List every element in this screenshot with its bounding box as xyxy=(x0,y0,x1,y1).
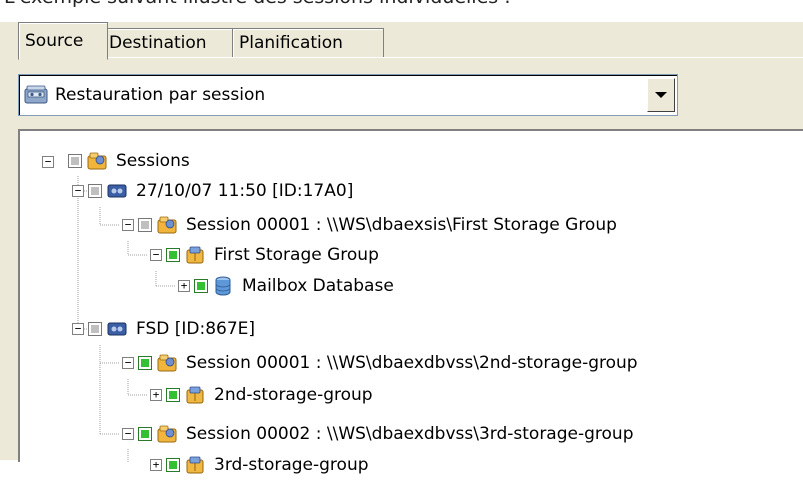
checkbox-partial[interactable] xyxy=(88,322,102,336)
checkbox-checked[interactable] xyxy=(138,356,152,370)
caption-text: L'exemple suivant illustre des sessions … xyxy=(4,0,511,8)
collapse-toggle[interactable]: − xyxy=(150,249,162,261)
tree-node-database[interactable]: Mailbox Database xyxy=(194,271,394,301)
checkbox-checked[interactable] xyxy=(166,458,180,472)
tab-source[interactable]: Source xyxy=(18,22,108,60)
storage-group-icon xyxy=(186,456,204,474)
node-label: Sessions xyxy=(116,151,190,171)
database-icon xyxy=(215,276,231,296)
tab-destination[interactable]: Destination xyxy=(102,28,234,57)
tree-node-sessions[interactable]: Sessions xyxy=(68,146,190,176)
restore-method-value: Restauration par session xyxy=(55,85,266,105)
storage-group-icon xyxy=(186,246,204,264)
folder-session-icon xyxy=(87,152,107,170)
storage-group-icon xyxy=(186,386,204,404)
session-tree[interactable]: − − − − + − − + − + Sessions 27/10/07 11… xyxy=(18,129,803,475)
tape-drive-icon xyxy=(24,85,48,104)
restore-source-panel: Source Destination Planification Restaur… xyxy=(0,22,803,475)
node-label: Session 00002 : \\WS\dbaexdbvss\3rd-stor… xyxy=(186,424,634,444)
checkbox-partial[interactable] xyxy=(138,218,152,232)
tree-node-session[interactable]: Session 00001 : \\WS\dbaexdbvss\2nd-stor… xyxy=(138,348,638,378)
checkbox-checked[interactable] xyxy=(166,248,180,262)
tree-node-storage-group[interactable]: First Storage Group xyxy=(166,240,379,270)
node-label: 2nd-storage-group xyxy=(214,385,373,405)
tab-planification[interactable]: Planification xyxy=(232,28,384,57)
tab-divider xyxy=(18,57,803,58)
checkbox-checked[interactable] xyxy=(138,427,152,441)
expand-toggle[interactable]: + xyxy=(150,389,162,401)
node-label: FSD [ID:867E] xyxy=(136,319,256,339)
tape-icon xyxy=(107,184,127,198)
collapse-toggle[interactable]: − xyxy=(72,323,84,335)
collapse-toggle[interactable]: − xyxy=(122,428,134,440)
node-label: Mailbox Database xyxy=(242,276,394,296)
node-label: First Storage Group xyxy=(214,245,379,265)
node-label: 27/10/07 11:50 [ID:17A0] xyxy=(136,181,354,201)
folder-session-icon xyxy=(157,354,177,372)
tree-node-session[interactable]: Session 00002 : \\WS\dbaexdbvss\3rd-stor… xyxy=(138,419,634,449)
checkbox-partial[interactable] xyxy=(88,184,102,198)
tree-node-storage-group[interactable]: 3rd-storage-group xyxy=(166,450,369,480)
checkbox-partial[interactable] xyxy=(68,154,82,168)
tree-node-session[interactable]: Session 00001 : \\WS\dbaexsis\First Stor… xyxy=(138,210,617,240)
folder-session-icon xyxy=(157,216,177,234)
tree-node-tape[interactable]: 27/10/07 11:50 [ID:17A0] xyxy=(88,176,353,206)
tree-node-storage-group[interactable]: 2nd-storage-group xyxy=(166,380,373,410)
dropdown-button[interactable] xyxy=(647,78,675,112)
tree-node-tape[interactable]: FSD [ID:867E] xyxy=(88,314,255,344)
folder-session-icon xyxy=(157,425,177,443)
collapse-toggle[interactable]: − xyxy=(72,185,84,197)
tape-icon xyxy=(107,322,127,336)
chevron-down-icon xyxy=(655,92,667,98)
node-label: Session 00001 : \\WS\dbaexsis\First Stor… xyxy=(186,215,617,235)
collapse-toggle[interactable]: − xyxy=(122,357,134,369)
expand-toggle[interactable]: + xyxy=(150,459,162,471)
node-label: 3rd-storage-group xyxy=(214,455,369,475)
collapse-toggle[interactable]: − xyxy=(122,219,134,231)
checkbox-checked[interactable] xyxy=(194,279,208,293)
collapse-toggle[interactable]: − xyxy=(42,156,54,168)
checkbox-checked[interactable] xyxy=(166,388,180,402)
node-label: Session 00001 : \\WS\dbaexdbvss\2nd-stor… xyxy=(186,353,638,373)
restore-method-select[interactable]: Restauration par session xyxy=(18,74,678,116)
expand-toggle[interactable]: + xyxy=(178,280,190,292)
